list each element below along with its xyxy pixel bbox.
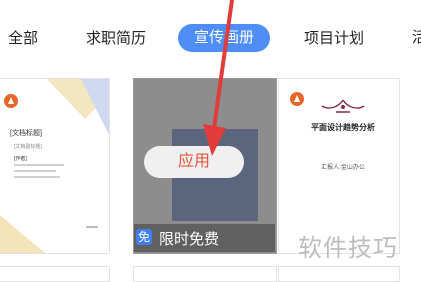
watermark: 软件技巧 [298, 235, 398, 262]
